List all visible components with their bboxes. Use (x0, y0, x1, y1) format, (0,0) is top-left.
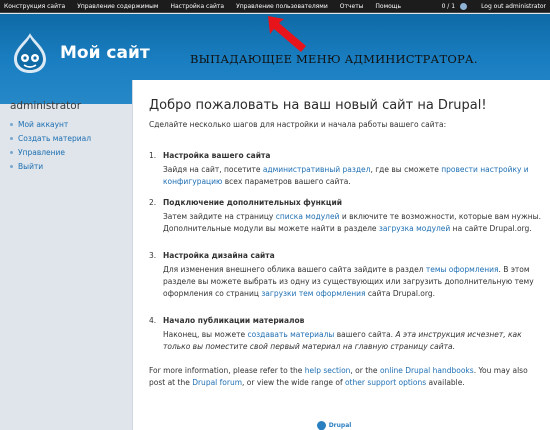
annotation-text: ВЫПАДАЮЩЕЕ МЕНЮ АДМИНИСТРАТОРА. (190, 52, 478, 66)
admin-menu-item-help[interactable]: Помощь (375, 0, 401, 13)
badge-label: Drupal (328, 421, 352, 429)
step-number: 2. (149, 198, 157, 207)
step-text: сайта Drupal.org. (365, 289, 435, 298)
main-content: Добро пожаловать на ваш новый сайт на Dr… (132, 80, 550, 430)
drupal-drop-icon (314, 418, 328, 430)
admin-menu: Конструкция сайта Управление содержимым … (4, 0, 413, 13)
module-list-link[interactable]: списка модулей (276, 212, 340, 221)
download-modules-link[interactable]: загрузка модулей (379, 224, 450, 233)
step-text: Зайдя на сайт, посетите (163, 165, 263, 174)
sidebar: administrator Мой аккаунт Создать матери… (10, 100, 130, 176)
step-text: Затем зайдите на страницу (163, 212, 276, 221)
admin-section-link[interactable]: административный раздел (263, 165, 371, 174)
admin-menu-item-structure[interactable]: Конструкция сайта (4, 0, 65, 13)
info-text: , or the (350, 366, 380, 375)
info-text: available. (426, 378, 465, 387)
step-text: всех параметров вашего сайта. (222, 177, 351, 186)
sidebar-item-administer[interactable]: Управление (10, 148, 130, 157)
step-number: 4. (149, 316, 157, 325)
step-title: Начало публикации материалов (163, 316, 305, 325)
themes-link[interactable]: темы оформления (426, 265, 499, 274)
step-number: 3. (149, 251, 157, 260)
info-text: , or view the wide range of (242, 378, 345, 387)
step-number: 1. (149, 151, 157, 160)
step-title: Подключение дополнительных функций (163, 198, 342, 207)
download-themes-link[interactable]: загрузки тем оформления (261, 289, 365, 298)
step-text: вашего сайта. (334, 330, 396, 339)
admin-menu-item-content[interactable]: Управление содержимым (77, 0, 158, 13)
info-text: For more information, please refer to th… (149, 366, 305, 375)
step-description: Для изменения внешнего облика вашего сай… (163, 264, 541, 300)
step-title: Настройка дизайна сайта (163, 251, 275, 260)
help-section-link[interactable]: help section (305, 366, 351, 375)
step-title: Настройка вашего сайта (163, 151, 271, 160)
logout-link[interactable]: Log out administrator (481, 0, 546, 13)
more-information: For more information, please refer to th… (149, 365, 544, 389)
create-content-link[interactable]: создавать материалы (247, 330, 334, 339)
user-icon (460, 3, 468, 10)
powered-by-drupal-badge[interactable]: Drupal (311, 418, 357, 430)
step-text: Для изменения внешнего облика вашего сай… (163, 265, 426, 274)
support-options-link[interactable]: other support options (345, 378, 426, 387)
sidebar-menu: Мой аккаунт Создать материал Управление … (10, 120, 130, 171)
step-description: Наконец, вы можете создавать материалы в… (163, 329, 541, 353)
page-title: Добро пожаловать на ваш новый сайт на Dr… (149, 98, 487, 113)
admin-menu-item-settings[interactable]: Настройка сайта (170, 0, 224, 13)
drupal-drop-icon[interactable] (13, 32, 47, 74)
drupal-forum-link[interactable]: Drupal forum (192, 378, 242, 387)
sidebar-username: administrator (10, 100, 82, 112)
sidebar-item-my-account[interactable]: Мой аккаунт (10, 120, 130, 129)
intro-text: Сделайте несколько шагов для настройки и… (149, 120, 447, 129)
step-description: Зайдя на сайт, посетите административный… (163, 164, 541, 188)
step-description: Затем зайдите на страницу списка модулей… (163, 211, 541, 235)
step-text: Наконец, вы можете (163, 330, 248, 339)
sidebar-item-logout[interactable]: Выйти (10, 162, 130, 171)
admin-menu-item-reports[interactable]: Отчеты (340, 0, 364, 13)
red-arrow-icon (268, 16, 306, 52)
step-text: , где вы сможете (370, 165, 442, 174)
handbooks-link[interactable]: online Drupal handbooks (380, 366, 474, 375)
sidebar-item-create-content[interactable]: Создать материал (10, 134, 130, 143)
step-text: на сайте Drupal.org. (450, 224, 532, 233)
site-name[interactable]: Мой сайт (60, 43, 150, 63)
admin-toolbar-right: 0 / 1 Log out administrator (442, 0, 546, 13)
users-online-count: 0 / 1 (441, 3, 456, 10)
